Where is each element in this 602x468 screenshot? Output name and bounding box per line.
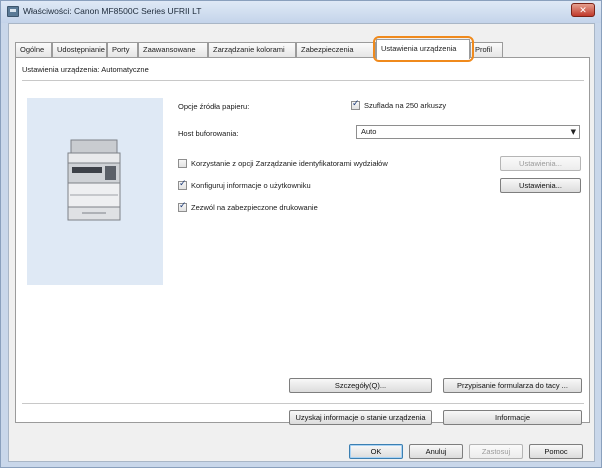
secure-print-checkbox[interactable]: Zezwól na zabezpieczone drukowanie — [178, 201, 318, 213]
ok-button[interactable]: OK — [349, 444, 403, 459]
printer-illustration — [67, 139, 121, 221]
checkbox-checked[interactable] — [178, 201, 187, 212]
tab-profile[interactable]: Profil — [470, 42, 503, 58]
dept-id-label: Korzystanie z opcji Zarządzanie identyfi… — [191, 159, 388, 168]
printer-icon — [7, 6, 19, 17]
spooling-label: Host buforowania: — [178, 129, 239, 138]
close-button[interactable]: ✕ — [571, 3, 595, 17]
cancel-button[interactable]: Anuluj — [409, 444, 463, 459]
dialog-body: Ogólne Udostępnianie Porty Zaawansowane … — [8, 23, 595, 462]
tab-general[interactable]: Ogólne — [15, 42, 52, 58]
dept-id-settings-button[interactable]: Ustawienia... — [500, 156, 581, 171]
help-button[interactable]: Pomoc — [529, 444, 583, 459]
tab-ports[interactable]: Porty — [107, 42, 138, 58]
properties-window: Właściwości: Canon MF8500C Series UFRII … — [0, 0, 602, 468]
tab-device-settings[interactable]: Ustawienia urządzenia — [376, 39, 470, 59]
window-title: Właściwości: Canon MF8500C Series UFRII … — [23, 6, 202, 16]
paper-source-label: Opcje źródła papieru: — [178, 102, 250, 111]
dept-id-checkbox[interactable]: Korzystanie z opcji Zarządzanie identyfi… — [178, 159, 388, 169]
form-to-tray-button[interactable]: Przypisanie formularza do tacy ... — [443, 378, 582, 393]
tab-security[interactable]: Zabezpieczenia — [296, 42, 376, 58]
details-button[interactable]: Szczegóły(Q)... — [289, 378, 432, 393]
get-device-status-button[interactable]: Uzyskaj informacje o stanie urządzenia — [289, 410, 432, 425]
user-info-checkbox[interactable]: Konfiguruj informacje o użytkowniku — [178, 179, 311, 191]
tab-sharing[interactable]: Udostępnianie — [52, 42, 107, 58]
dropdown-arrow-icon: ▼ — [570, 128, 576, 136]
divider — [22, 403, 584, 404]
device-settings-mode: Ustawienia urządzenia: Automatyczne — [22, 65, 149, 74]
user-info-label: Konfiguruj informacje o użytkowniku — [191, 181, 311, 190]
device-settings-panel: Ustawienia urządzenia: Automatyczne Opcj… — [15, 57, 590, 425]
apply-button[interactable]: Zastosuj — [469, 444, 523, 459]
divider — [22, 80, 584, 81]
printer-preview — [27, 98, 163, 285]
about-button[interactable]: Informacje — [443, 410, 582, 425]
tab-color-management[interactable]: Zarządzanie kolorami — [208, 42, 296, 58]
checkbox-checked[interactable] — [351, 99, 360, 110]
checkbox-unchecked[interactable] — [178, 159, 187, 168]
tab-advanced[interactable]: Zaawansowane — [138, 42, 208, 58]
user-info-settings-button[interactable]: Ustawienia... — [500, 178, 581, 193]
secure-print-label: Zezwól na zabezpieczone drukowanie — [191, 203, 318, 212]
paper-source-checkbox[interactable]: Szuflada na 250 arkuszy — [351, 99, 447, 111]
title-bar[interactable]: Właściwości: Canon MF8500C Series UFRII … — [1, 1, 601, 23]
spooling-dropdown[interactable]: Auto ▼ — [356, 125, 580, 139]
checkbox-checked[interactable] — [178, 179, 187, 190]
paper-source-option: Szuflada na 250 arkuszy — [364, 101, 447, 110]
spooling-value: Auto — [361, 127, 377, 136]
